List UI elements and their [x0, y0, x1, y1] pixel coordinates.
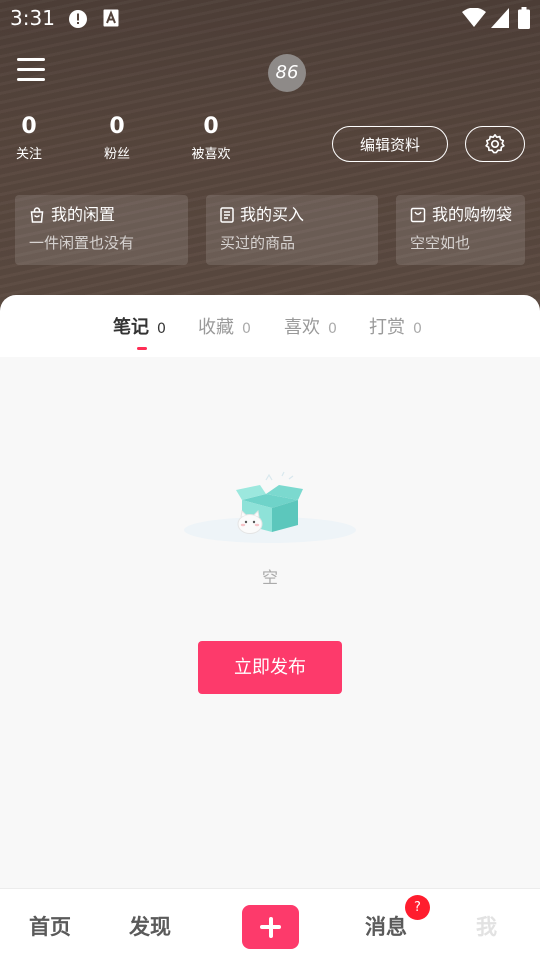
stat-liked[interactable]: 0 被喜欢	[189, 114, 233, 164]
card-my-shopping-bag-subtitle: 空空如也	[410, 234, 471, 252]
wifi-icon	[462, 7, 486, 32]
avatar[interactable]: 86	[268, 54, 306, 92]
card-my-idle-title: 我的闲置	[51, 205, 116, 224]
status-time: 3:31	[10, 6, 55, 30]
content-tabs: 笔记 0 收藏 0 喜欢 0 打赏 0	[0, 295, 540, 357]
bottom-navigation: 首页 发现 消息 ? 我	[0, 888, 540, 961]
card-my-shopping-bag-title: 我的购物袋	[432, 205, 513, 224]
stat-following-value: 0	[21, 114, 37, 139]
tab-favorites-count: 0	[242, 321, 251, 337]
gear-icon	[485, 134, 505, 154]
tab-notes-count: 0	[157, 321, 166, 337]
stat-liked-value: 0	[203, 114, 219, 139]
card-my-purchases[interactable]: 我的买入 买过的商品	[206, 195, 378, 265]
stat-following[interactable]: 0 关注	[14, 114, 44, 164]
battery-icon	[518, 7, 530, 33]
tab-notes[interactable]: 笔记 0	[113, 313, 166, 339]
stat-fans-value: 0	[109, 114, 125, 139]
app-notification-icon	[103, 9, 119, 31]
card-my-purchases-subtitle: 买过的商品	[220, 234, 296, 252]
card-my-idle-subtitle: 一件闲置也没有	[29, 234, 135, 252]
tab-rewards[interactable]: 打赏 0	[369, 313, 422, 339]
empty-state-text: 空	[261, 568, 278, 587]
empty-box-illustration	[180, 470, 360, 550]
tab-likes[interactable]: 喜欢 0	[284, 313, 337, 339]
tab-rewards-count: 0	[413, 321, 422, 337]
bag-icon	[30, 207, 44, 223]
tab-rewards-label: 打赏	[369, 317, 405, 338]
tab-favorites-label: 收藏	[198, 317, 234, 338]
status-bar: 3:31	[0, 0, 540, 38]
card-my-shopping-bag[interactable]: 我的购物袋 空空如也	[396, 195, 525, 265]
menu-icon[interactable]	[17, 58, 45, 84]
nav-messages[interactable]: 消息	[365, 911, 407, 941]
tab-likes-label: 喜欢	[284, 317, 320, 338]
settings-button[interactable]	[465, 126, 525, 162]
stat-liked-label: 被喜欢	[191, 147, 231, 162]
nav-me[interactable]: 我	[476, 911, 497, 941]
alert-icon	[68, 9, 88, 33]
tab-active-indicator	[137, 347, 147, 350]
tab-likes-count: 0	[328, 321, 337, 337]
edit-profile-button[interactable]: 编辑资料	[332, 126, 448, 162]
stat-fans[interactable]: 0 粉丝	[102, 114, 132, 164]
shopping-bag-icon	[410, 207, 426, 223]
cellular-signal-icon	[491, 8, 509, 32]
stat-following-label: 关注	[15, 147, 42, 162]
tab-notes-label: 笔记	[113, 317, 149, 338]
publish-now-button[interactable]: 立即发布	[198, 641, 342, 694]
receipt-icon	[220, 207, 234, 223]
messages-badge: ?	[405, 895, 430, 920]
tab-favorites[interactable]: 收藏 0	[198, 313, 251, 339]
nav-home[interactable]: 首页	[29, 911, 71, 941]
add-post-button[interactable]	[242, 905, 299, 949]
stat-fans-label: 粉丝	[103, 147, 130, 162]
profile-header: 3:31 86 0 关注 0 粉丝 0 被喜欢 编辑资料 我的闲置 一件闲置也没…	[0, 0, 540, 320]
card-my-purchases-title: 我的买入	[240, 205, 305, 224]
card-my-idle[interactable]: 我的闲置 一件闲置也没有	[15, 195, 188, 265]
nav-discover[interactable]: 发现	[129, 911, 171, 941]
